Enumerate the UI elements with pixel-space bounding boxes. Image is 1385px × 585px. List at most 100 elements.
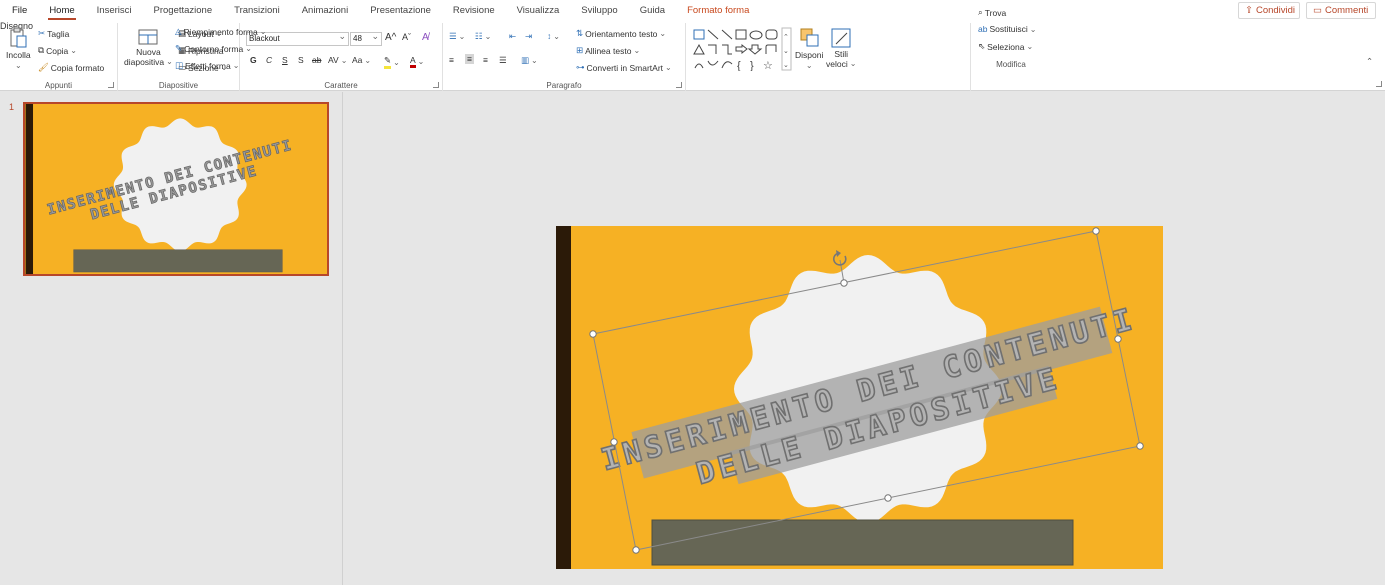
line-spacing-button[interactable]: ↕ ⌄ — [547, 31, 560, 41]
paragraph-launcher[interactable] — [676, 82, 682, 88]
arrange-button[interactable]: Disponi ⌄ — [795, 27, 823, 70]
shapes-gallery[interactable]: { } ☆ ⌃ ⌄ ⌄ — [692, 27, 792, 71]
bullets-dropdown-icon: ⌄ — [458, 32, 466, 41]
find-label: Trova — [984, 7, 1007, 18]
resize-handle-bottom[interactable] — [884, 494, 892, 502]
replace-label: Sostituisci — [989, 24, 1028, 34]
arrange-label: Disponi — [795, 50, 824, 60]
cut-button[interactable]: ✂ Taglia — [38, 28, 69, 39]
slide-thumbnail[interactable]: INSERIMENTO DEI CONTENUTI DELLE DIAPOSIT… — [23, 102, 329, 276]
italic-button[interactable]: C — [266, 55, 272, 65]
paste-button[interactable]: Incolla ⌄ — [6, 27, 31, 70]
tab-transitions[interactable]: Transizioni — [223, 0, 291, 21]
font-group-label: Carattere — [324, 81, 358, 90]
shape-effects-button[interactable]: ◫ Effetti forma ⌄ — [175, 60, 239, 71]
tab-slideshow[interactable]: Presentazione — [359, 0, 442, 21]
bullets-button[interactable]: ☰ ⌄ — [449, 31, 465, 42]
paste-dropdown-icon: ⌄ — [14, 61, 22, 70]
align-text-label: Allinea testo — [585, 45, 632, 56]
group-drawing: { } ☆ ⌃ ⌄ ⌄ Disponi ⌄ Stili veloci ⌄ — [686, 23, 971, 91]
new-slide-button[interactable]: Nuova diapositiva ⌄ — [124, 27, 173, 67]
tab-home[interactable]: Home — [38, 0, 85, 21]
quick-styles-label-2: veloci — [826, 59, 848, 69]
highlight-button[interactable]: ✎ ⌄ — [384, 55, 400, 69]
select-button[interactable]: ⇖ Seleziona ⌄ — [978, 41, 1033, 52]
effects-icon: ◫ — [175, 60, 184, 70]
find-button[interactable]: ⌕ Trova — [978, 7, 1006, 18]
tab-view[interactable]: Visualizza — [506, 0, 571, 21]
resize-handle-top-left[interactable] — [589, 330, 597, 338]
shrink-font-button[interactable]: Aˇ — [402, 32, 411, 42]
tab-developer[interactable]: Sviluppo — [570, 0, 628, 21]
resize-handle-top-right[interactable] — [1092, 227, 1100, 235]
bottom-box-shape[interactable] — [651, 519, 1074, 566]
slide-number: 1 — [9, 102, 15, 112]
group-font: Blackout 48 A^ Aˇ A̸ G C S S ab AV⌄ Aa⌄ … — [240, 23, 443, 91]
numbering-dropdown-icon: ⌄ — [484, 32, 492, 41]
highlight-dropdown-icon: ⌄ — [393, 57, 400, 67]
align-text-button[interactable]: ⊞ Allinea testo ⌄ — [576, 45, 640, 56]
char-spacing-icon: AV — [328, 55, 339, 65]
shape-outline-button[interactable]: ✎ Contorno forma ⌄ — [175, 43, 252, 54]
tab-shape-format[interactable]: Formato forma — [676, 0, 760, 21]
font-launcher[interactable] — [433, 82, 439, 88]
new-slide-label-1: Nuova — [136, 47, 161, 57]
justify-button[interactable]: ☰ — [499, 55, 507, 66]
resize-handle-right[interactable] — [1114, 335, 1122, 343]
tab-animations[interactable]: Animazioni — [291, 0, 359, 21]
font-size-select[interactable]: 48 — [350, 30, 382, 46]
comments-button[interactable]: ▭ Commenti — [1306, 2, 1376, 19]
comment-icon: ▭ — [1313, 5, 1322, 16]
collapse-ribbon-button[interactable]: ⌃ — [1366, 56, 1373, 67]
share-label: Condividi — [1255, 5, 1296, 16]
tab-help[interactable]: Guida — [629, 0, 676, 21]
align-left-button[interactable]: ≡ — [449, 55, 454, 65]
tab-file[interactable]: File — [0, 0, 38, 21]
replace-icon: ab — [978, 24, 988, 34]
resize-handle-left[interactable] — [610, 438, 618, 446]
align-center-button[interactable]: ≡ — [465, 54, 474, 64]
slide-canvas[interactable]: INSERIMENTO DEI CONTENUTI DELLE DIAPOSIT… — [556, 226, 1163, 569]
align-right-button[interactable]: ≡ — [483, 55, 488, 65]
strikethrough-button[interactable]: ab — [312, 55, 321, 65]
clipboard-launcher[interactable] — [108, 82, 114, 88]
increase-indent-button[interactable]: ⇥ — [525, 31, 532, 42]
text-direction-button[interactable]: ⇅ Orientamento testo ⌄ — [576, 28, 666, 39]
smartart-label: Converti in SmartArt — [586, 62, 664, 73]
resize-handle-bottom-right[interactable] — [1136, 442, 1144, 450]
svg-text:⌃: ⌃ — [783, 34, 789, 41]
change-case-button[interactable]: Aa ⌄ — [352, 55, 371, 65]
text-direction-icon: ⇅ — [576, 28, 584, 38]
clear-formatting-button[interactable]: A̸ — [422, 32, 429, 43]
drawing-launcher[interactable] — [1376, 81, 1382, 87]
share-button[interactable]: ⇪ Condividi — [1238, 2, 1300, 19]
tab-insert[interactable]: Inserisci — [86, 0, 143, 21]
grow-font-button[interactable]: A^ — [385, 32, 396, 43]
char-spacing-button[interactable]: AV ⌄ — [328, 55, 347, 65]
bold-button[interactable]: G — [250, 55, 257, 65]
smartart-button[interactable]: ⊶ Converti in SmartArt ⌄ — [576, 62, 672, 73]
underline-button[interactable]: S — [282, 55, 288, 65]
justify-icon: ☰ — [499, 55, 507, 65]
tab-review[interactable]: Revisione — [442, 0, 506, 21]
resize-handle-top[interactable] — [840, 279, 848, 287]
align-right-icon: ≡ — [483, 55, 488, 65]
grow-font-icon: A^ — [385, 32, 397, 43]
quick-styles-button[interactable]: Stili veloci ⌄ — [826, 27, 856, 69]
shape-fill-label: Riempimento forma — [183, 26, 258, 37]
group-clipboard: Incolla ⌄ ✂ Taglia ⧉ Copia ⌄ 🖌 Copia for… — [0, 23, 118, 91]
tab-design[interactable]: Progettazione — [143, 0, 224, 21]
decrease-indent-button[interactable]: ⇤ — [509, 31, 516, 42]
thumbnail-panel: 1 INSERIMENTO DEI CONTENUTI DELLE DIAPOS… — [0, 92, 343, 585]
new-slide-dropdown-icon: ⌄ — [166, 57, 173, 66]
format-painter-button[interactable]: 🖌 Copia formato — [38, 62, 104, 73]
columns-button[interactable]: ▥ ⌄ — [521, 55, 538, 66]
replace-button[interactable]: ab Sostituisci ⌄ — [978, 24, 1036, 34]
numbering-button[interactable]: ☷ ⌄ — [475, 31, 491, 42]
copy-button[interactable]: ⧉ Copia ⌄ — [38, 45, 77, 56]
font-color-button[interactable]: A ⌄ — [410, 55, 424, 68]
paste-label: Incolla — [6, 50, 31, 60]
resize-handle-bottom-left[interactable] — [632, 546, 640, 554]
shadow-button[interactable]: S — [298, 55, 304, 65]
shape-fill-button[interactable]: ◬ Riempimento forma ⌄ — [175, 26, 266, 37]
